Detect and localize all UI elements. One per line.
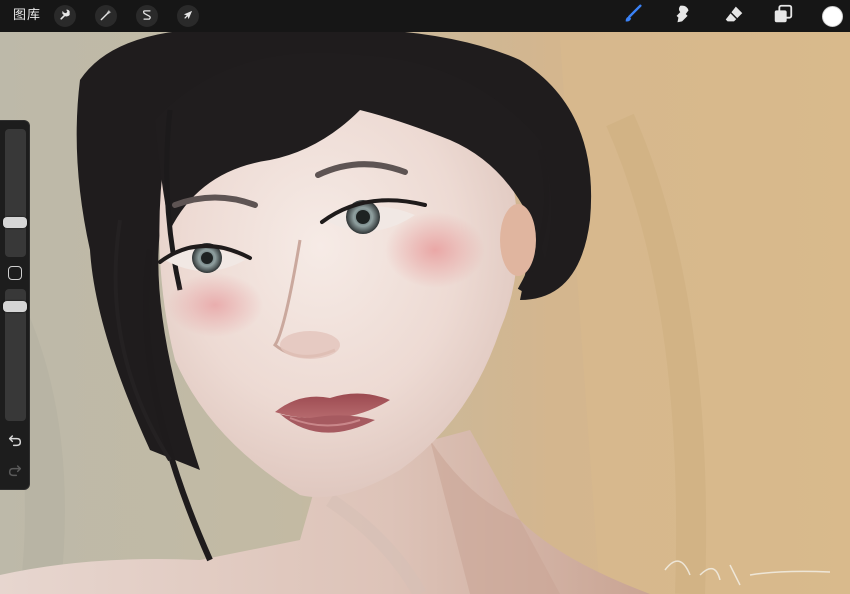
smudge-tool-button[interactable] (671, 4, 695, 28)
adjustments-button[interactable] (95, 5, 117, 27)
painting-canvas[interactable] (0, 0, 850, 594)
transform-button[interactable] (177, 5, 199, 27)
layers-button[interactable] (771, 4, 795, 28)
actions-button[interactable] (54, 5, 76, 27)
brush-size-slider[interactable] (3, 129, 27, 257)
portrait-artwork (0, 0, 850, 594)
brush-tool-button[interactable] (621, 4, 645, 28)
undo-button[interactable] (7, 432, 23, 448)
cursor-arrow-icon (181, 7, 195, 26)
opacity-slider[interactable] (3, 289, 27, 421)
redo-icon (7, 463, 23, 482)
layers-icon (772, 3, 794, 29)
brush-size-thumb[interactable] (3, 216, 27, 228)
undo-icon (7, 433, 23, 452)
top-toolbar: 图库 (0, 0, 850, 32)
eraser-tool-button[interactable] (722, 4, 746, 28)
opacity-thumb[interactable] (3, 301, 27, 313)
gallery-button[interactable]: 图库 (13, 8, 41, 24)
wrench-icon (58, 7, 72, 26)
modify-button[interactable] (8, 266, 22, 280)
selection-s-icon (140, 7, 154, 26)
smudge-icon (672, 3, 694, 29)
redo-button[interactable] (7, 462, 23, 478)
selection-button[interactable] (136, 5, 158, 27)
left-sidebar (0, 120, 30, 490)
color-picker-button[interactable] (822, 6, 843, 27)
brush-icon (622, 3, 644, 29)
eraser-icon (723, 3, 745, 29)
magic-wand-icon (99, 7, 113, 26)
